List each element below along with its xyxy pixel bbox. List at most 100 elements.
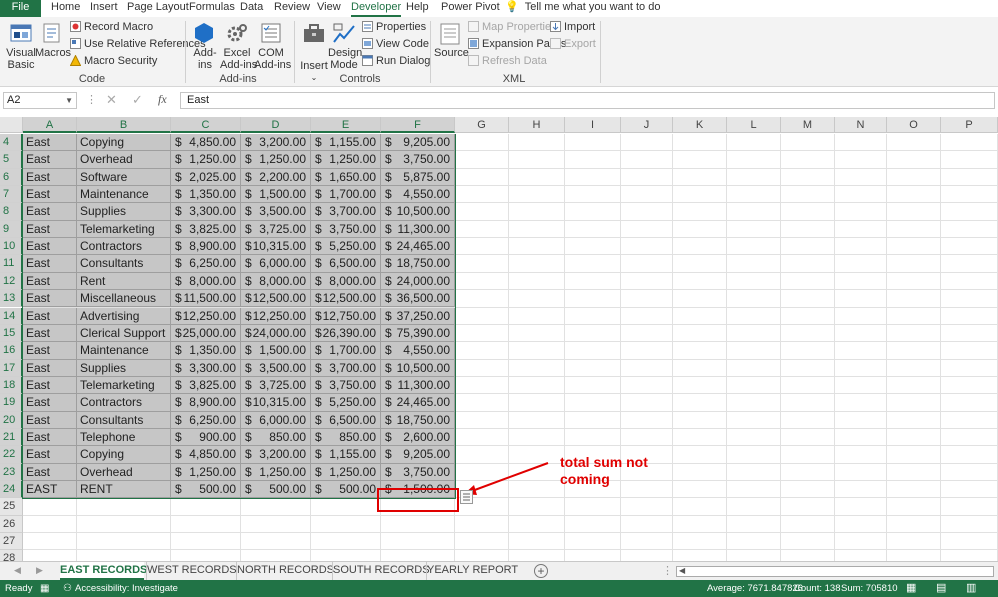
cell-f11[interactable]: $18,750.00 <box>381 255 455 273</box>
cell-c5[interactable]: $1,250.00 <box>171 151 241 169</box>
cell-c21[interactable]: $900.00 <box>171 428 241 447</box>
cell-b22[interactable]: Copying <box>77 446 171 464</box>
cell-b23[interactable]: Overhead <box>77 463 171 481</box>
refresh-data-button[interactable]: Refresh Data <box>482 55 547 67</box>
cell-a14[interactable]: East <box>23 307 77 325</box>
cell-e20[interactable]: $6,500.00 <box>311 411 381 429</box>
design-mode-button[interactable]: Design Mode <box>328 47 362 71</box>
column-header-m[interactable]: M <box>781 117 835 133</box>
insert-control-button[interactable]: Insert ⌄ <box>299 60 329 84</box>
cell-b16[interactable]: Maintenance <box>77 342 171 360</box>
cell-f6[interactable]: $5,875.00 <box>381 168 455 187</box>
cell-a15[interactable]: East <box>23 324 77 343</box>
status-count[interactable]: Count: 138 <box>794 580 840 597</box>
cell-c14[interactable]: $12,250.00 <box>171 307 241 325</box>
run-dialog-button[interactable]: Run Dialog <box>376 55 430 67</box>
cell-f17[interactable]: $10,500.00 <box>381 359 455 377</box>
cell-c18[interactable]: $3,825.00 <box>171 376 241 395</box>
import-button[interactable]: Import <box>564 21 595 33</box>
column-header-k[interactable]: K <box>673 117 727 133</box>
cell-b5[interactable]: Overhead <box>77 151 171 169</box>
cell-a12[interactable]: East <box>23 272 77 291</box>
page-break-view-icon[interactable]: ▥ <box>966 580 976 597</box>
row-header[interactable]: 22 <box>0 446 23 464</box>
cell-b14[interactable]: Advertising <box>77 307 171 325</box>
row-header[interactable]: 28 <box>0 550 23 561</box>
cell-f7[interactable]: $4,550.00 <box>381 186 455 204</box>
macros-button[interactable]: Macros <box>35 47 71 59</box>
cell-c9[interactable]: $3,825.00 <box>171 220 241 239</box>
source-button[interactable]: Source <box>434 47 469 59</box>
column-header-n[interactable]: N <box>835 117 887 133</box>
cell-f12[interactable]: $24,000.00 <box>381 272 455 291</box>
cell-e23[interactable]: $1,250.00 <box>311 463 381 481</box>
row-header[interactable]: 9 <box>0 220 23 239</box>
cell-c4[interactable]: $4,850.00 <box>171 134 241 152</box>
cell-f20[interactable]: $18,750.00 <box>381 411 455 429</box>
cell-e16[interactable]: $1,700.00 <box>311 342 381 360</box>
cell-e5[interactable]: $1,250.00 <box>311 151 381 169</box>
column-header-o[interactable]: O <box>887 117 941 133</box>
formula-input[interactable]: East <box>180 92 995 109</box>
cell-a24[interactable]: EAST <box>23 481 77 499</box>
cell-d11[interactable]: $6,000.00 <box>241 255 311 273</box>
cell-d24[interactable]: $500.00 <box>241 481 311 499</box>
cell-c19[interactable]: $8,900.00 <box>171 394 241 412</box>
cell-a20[interactable]: East <box>23 411 77 429</box>
scroll-right-icon[interactable]: ▶ <box>36 565 43 576</box>
cell-f18[interactable]: $11,300.00 <box>381 376 455 395</box>
cell-f19[interactable]: $24,465.00 <box>381 394 455 412</box>
cell-e6[interactable]: $1,650.00 <box>311 168 381 187</box>
scroll-left-icon[interactable]: ◀ <box>14 565 21 576</box>
cell-e11[interactable]: $6,500.00 <box>311 255 381 273</box>
more-options-icon[interactable]: ⋮ <box>86 93 97 106</box>
cell-a5[interactable]: East <box>23 151 77 169</box>
cell-a11[interactable]: East <box>23 255 77 273</box>
cell-a22[interactable]: East <box>23 446 77 464</box>
row-header[interactable]: 12 <box>0 272 23 291</box>
ribbon-tab-developer[interactable]: Developer <box>351 0 402 17</box>
ribbon-tab-file[interactable]: File <box>0 0 41 17</box>
cell-d18[interactable]: $3,725.00 <box>241 376 311 395</box>
cell-d19[interactable]: $10,315.00 <box>241 394 311 412</box>
cell-b6[interactable]: Software <box>77 168 171 187</box>
accessibility-status[interactable]: Accessibility: Investigate <box>75 580 178 597</box>
cell-f8[interactable]: $10,500.00 <box>381 203 455 221</box>
cell-f23[interactable]: $3,750.00 <box>381 463 455 481</box>
horizontal-scrollbar[interactable]: ◀ <box>676 566 994 577</box>
chevron-down-icon[interactable]: ▼ <box>65 93 73 108</box>
cell-e4[interactable]: $1,155.00 <box>311 134 381 152</box>
column-header-c[interactable]: C <box>171 117 241 133</box>
cell-c17[interactable]: $3,300.00 <box>171 359 241 377</box>
row-header[interactable]: 27 <box>0 533 23 551</box>
ribbon-tab-help[interactable]: Help <box>406 0 429 17</box>
cell-c13[interactable]: $11,500.00 <box>171 290 241 308</box>
row-header[interactable]: 11 <box>0 255 23 273</box>
row-header[interactable]: 24 <box>0 481 23 499</box>
row-header[interactable]: 15 <box>0 324 23 343</box>
insert-function-icon[interactable]: fx <box>158 92 167 107</box>
cell-c12[interactable]: $8,000.00 <box>171 272 241 291</box>
cell-b24[interactable]: RENT <box>77 481 171 499</box>
row-header[interactable]: 20 <box>0 411 23 429</box>
ribbon-tab-insert[interactable]: Insert <box>90 0 118 17</box>
cell-f5[interactable]: $3,750.00 <box>381 151 455 169</box>
column-header-d[interactable]: D <box>241 117 311 133</box>
cell-c20[interactable]: $6,250.00 <box>171 411 241 429</box>
column-header-i[interactable]: I <box>565 117 621 133</box>
normal-view-icon[interactable]: ▦ <box>906 580 916 597</box>
cell-b8[interactable]: Supplies <box>77 203 171 221</box>
row-header[interactable]: 5 <box>0 151 23 169</box>
sheet-tab-yearly-report[interactable]: YEARLY REPORT <box>426 562 518 580</box>
cell-a9[interactable]: East <box>23 220 77 239</box>
cell-b15[interactable]: Clerical Support <box>77 324 171 343</box>
cell-d23[interactable]: $1,250.00 <box>241 463 311 481</box>
cell-e24[interactable]: $500.00 <box>311 481 381 499</box>
cell-c7[interactable]: $1,350.00 <box>171 186 241 204</box>
cell-c24[interactable]: $500.00 <box>171 481 241 499</box>
row-header[interactable]: 25 <box>0 498 23 516</box>
cell-a6[interactable]: East <box>23 168 77 187</box>
cell-f14[interactable]: $37,250.00 <box>381 307 455 325</box>
tell-me-search[interactable]: 💡 Tell me what you want to do <box>505 0 660 17</box>
column-header-p[interactable]: P <box>941 117 998 133</box>
